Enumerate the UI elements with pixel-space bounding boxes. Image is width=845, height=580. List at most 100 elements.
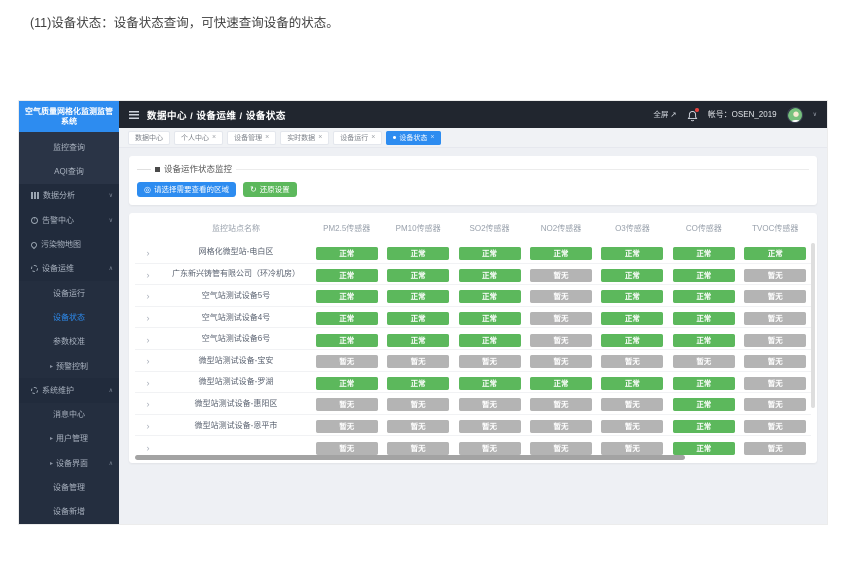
menu-toggle-icon[interactable] (129, 111, 139, 119)
tab-label: 数据中心 (135, 133, 163, 143)
notifications-bell-icon[interactable] (687, 109, 698, 121)
status-badge: 暂无 (387, 442, 449, 455)
sidebar-item-设备运维[interactable]: 设备运维∧ (19, 257, 119, 281)
table-header-row: 监控站点名称PM2.5传感器PM10传感器SO2传感器NO2传感器O3传感器CO… (135, 215, 811, 241)
sidebar-item-设备新增[interactable]: 设备新增 (19, 500, 119, 524)
sidebar-item-label: 预警控制 (56, 361, 88, 372)
status-badge: 暂无 (530, 312, 592, 325)
tab-close-icon[interactable]: × (318, 134, 322, 141)
chevron-down-icon[interactable]: ∨ (813, 111, 817, 118)
caption: (11)设备状态：设备状态查询，可快速查询设备的状态。 (30, 12, 339, 31)
status-badge: 正常 (316, 312, 378, 325)
sidebar-item-设备运行[interactable]: 设备运行 (19, 281, 119, 305)
expand-row-icon[interactable]: › (147, 443, 150, 453)
tab-个人中心[interactable]: 个人中心× (174, 131, 223, 145)
expand-row-icon[interactable]: › (147, 335, 150, 345)
expand-row-icon[interactable]: › (147, 291, 150, 301)
sensor-status-cell: 正常 (597, 308, 668, 326)
tab-close-icon[interactable]: × (430, 134, 434, 141)
expand-row-icon[interactable]: › (147, 313, 150, 323)
sensor-status-cell: 暂无 (597, 438, 668, 456)
sensor-status-cell: 正常 (311, 265, 382, 283)
station-name: 广东新兴铸管有限公司（环冷机房） (161, 268, 311, 279)
status-badge: 正常 (601, 312, 663, 325)
sidebar-item-消息中心[interactable]: 消息中心 (19, 403, 119, 427)
status-badge: 正常 (744, 247, 806, 260)
sensor-status-cell: 正常 (454, 265, 525, 283)
station-name: 网格化微型站-电白区 (161, 246, 311, 257)
status-badge: 正常 (601, 377, 663, 390)
tab-label: 设备管理 (234, 133, 262, 143)
sensor-status-cell: 暂无 (311, 438, 382, 456)
sensor-status-cell: 正常 (311, 243, 382, 261)
station-name: 微型站测试设备-惠阳区 (161, 398, 311, 409)
station-name: 微型站测试设备-宝安 (161, 355, 311, 366)
fullscreen-button[interactable]: 全屏 ↗ (653, 109, 676, 120)
avatar[interactable] (787, 107, 803, 123)
chevron-up-icon: ∧ (109, 265, 113, 272)
sidebar-item-系统维护[interactable]: 系统维护∧ (19, 378, 119, 402)
expand-row-icon[interactable]: › (147, 248, 150, 258)
sensor-status-cell: 正常 (597, 373, 668, 391)
sidebar-item-用户管理[interactable]: ▸用户管理 (19, 427, 119, 451)
topbar-right: 全屏 ↗ 帐号：OSEN_2019 (653, 107, 817, 123)
select-region-button[interactable]: ◎ 请选择需要查看的区域 (137, 182, 236, 197)
expand-row-icon[interactable]: › (147, 421, 150, 431)
table-row: ›微型站测试设备-罗湖正常正常正常正常正常正常暂无 (135, 371, 811, 393)
sensor-status-cell: 暂无 (525, 265, 596, 283)
station-name: 空气站测试设备6号 (161, 333, 311, 344)
expand-row-icon[interactable]: › (147, 378, 150, 388)
sidebar-item-AQI查询[interactable]: AQI查询 (19, 160, 119, 184)
sensor-status-cell: 正常 (382, 286, 453, 304)
horizontal-scrollbar[interactable] (135, 455, 685, 460)
restore-label: 还原设置 (260, 184, 290, 195)
sidebar-item-label: 数据分析 (43, 190, 75, 201)
sidebar-item-label: 消息中心 (53, 409, 85, 420)
sensor-status-cell: 正常 (597, 265, 668, 283)
sidebar-item-设备界面[interactable]: ▸设备界面∧ (19, 451, 119, 475)
sidebar-item-告警中心[interactable]: !告警中心∨ (19, 208, 119, 232)
sensor-status-cell: 暂无 (311, 394, 382, 412)
sidebar-item-label: 设备状态 (53, 312, 85, 323)
sidebar-item-预警控制[interactable]: ▸预警控制 (19, 354, 119, 378)
tab-设备管理[interactable]: 设备管理× (227, 131, 276, 145)
submenu-arrow-icon: ▸ (50, 363, 53, 370)
expand-row-icon[interactable]: › (147, 270, 150, 280)
sidebar-item-设备管理[interactable]: 设备管理 (19, 475, 119, 499)
restore-settings-button[interactable]: ↻ 还原设置 (243, 182, 297, 197)
tab-实时数据[interactable]: 实时数据× (280, 131, 329, 145)
sensor-status-cell: 正常 (525, 243, 596, 261)
tab-数据中心[interactable]: 数据中心 (128, 131, 170, 145)
vertical-scrollbar[interactable] (811, 243, 815, 408)
row-expand-cell: › (135, 330, 161, 348)
status-badge: 正常 (459, 334, 521, 347)
sidebar-item-数据分析[interactable]: 数据分析∨ (19, 184, 119, 208)
sidebar-item-label: 用户管理 (56, 433, 88, 444)
tab-设备运行[interactable]: 设备运行× (333, 131, 382, 145)
status-badge: 暂无 (744, 312, 806, 325)
sidebar-item-监控查询[interactable]: 监控查询 (19, 135, 119, 159)
sidebar-item-污染物地图[interactable]: 污染物地图 (19, 232, 119, 256)
expand-row-icon[interactable]: › (147, 399, 150, 409)
table-row: ›广东新兴铸管有限公司（环冷机房）正常正常正常暂无正常正常暂无 (135, 263, 811, 285)
sensor-status-cell: 正常 (454, 373, 525, 391)
tab-close-icon[interactable]: × (371, 134, 375, 141)
sensor-status-cell: 正常 (740, 243, 811, 261)
submenu-arrow-icon: ▸ (50, 435, 53, 442)
tab-设备状态[interactable]: 设备状态× (386, 131, 441, 145)
sidebar-item-label: 告警中心 (42, 215, 74, 226)
tab-close-icon[interactable]: × (212, 134, 216, 141)
tab-close-icon[interactable]: × (265, 134, 269, 141)
sidebar-item-设备状态[interactable]: 设备状态 (19, 305, 119, 329)
sensor-status-cell: 暂无 (525, 416, 596, 434)
crosshair-icon: ◎ (144, 186, 151, 194)
status-badge: 正常 (530, 377, 592, 390)
expand-row-icon[interactable]: › (147, 356, 150, 366)
status-badge: 暂无 (530, 290, 592, 303)
sidebar-item-参数校准[interactable]: 参数校准 (19, 330, 119, 354)
table-row: ›空气站测试设备6号正常正常正常暂无正常正常暂无 (135, 327, 811, 349)
sensor-status-cell: 正常 (668, 286, 739, 304)
status-badge: 正常 (316, 269, 378, 282)
sensor-status-cell: 暂无 (311, 351, 382, 369)
status-badge: 正常 (673, 420, 735, 433)
